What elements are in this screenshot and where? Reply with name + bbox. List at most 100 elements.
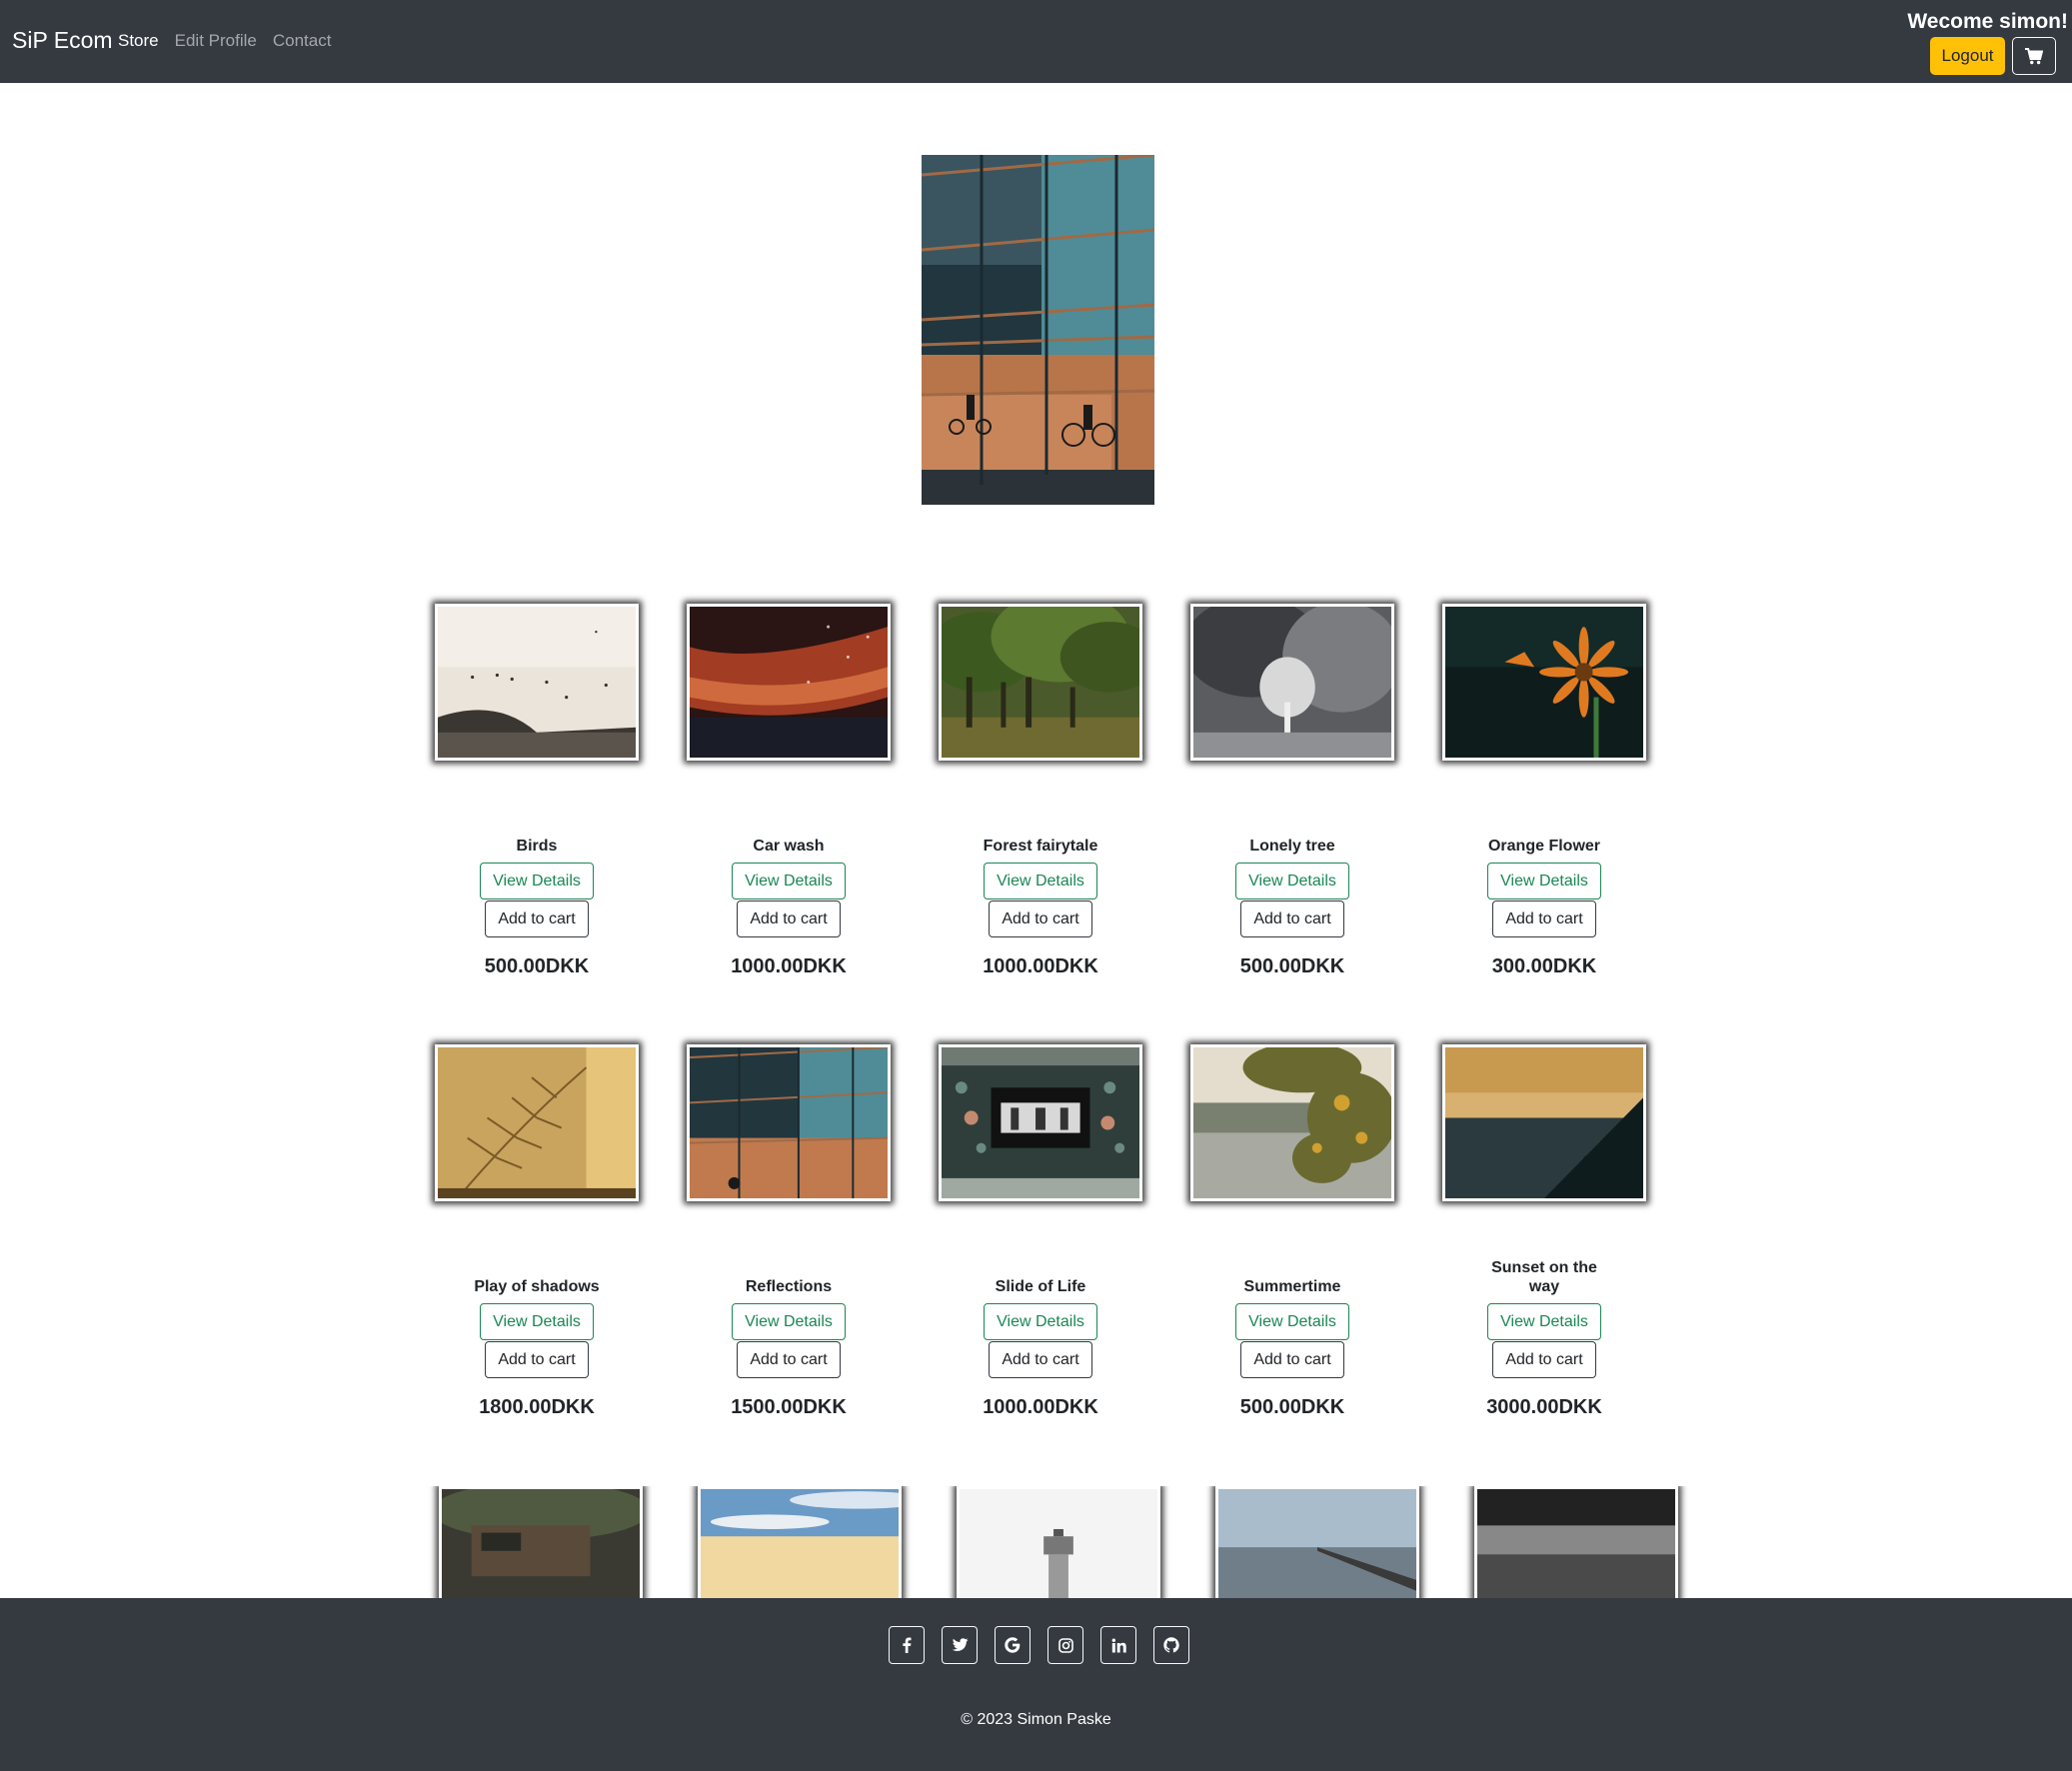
product-card: Car wash View Details Add to cart 1000.0…: [663, 604, 915, 1044]
add-to-cart-button[interactable]: Add to cart: [1492, 900, 1596, 937]
product-price: 1000.00DKK: [983, 955, 1098, 977]
product-card: Forest fairytale View Details Add to car…: [915, 604, 1166, 1044]
view-details-button[interactable]: View Details: [984, 863, 1097, 899]
github-icon: [1163, 1637, 1179, 1653]
product-name: Lonely tree: [1249, 838, 1335, 855]
add-to-cart-button[interactable]: Add to cart: [485, 900, 589, 937]
product-image[interactable]: [435, 604, 639, 761]
product-card: [411, 1486, 670, 1601]
facebook-button[interactable]: [889, 1626, 925, 1664]
add-to-cart-button[interactable]: Add to cart: [485, 1341, 589, 1378]
product-card: Summertime View Details Add to cart 500.…: [1166, 1044, 1418, 1485]
product-image[interactable]: [697, 1486, 902, 1601]
product-image[interactable]: [939, 604, 1142, 761]
facebook-icon: [903, 1637, 912, 1653]
footer: © 2023 Simon Paske: [0, 1598, 2072, 1771]
product-name: Summertime: [1243, 1278, 1341, 1295]
product-price: 1000.00DKK: [731, 955, 847, 977]
product-card: Sunset on the way View Details Add to ca…: [1418, 1044, 1670, 1485]
view-details-button[interactable]: View Details: [984, 1303, 1097, 1340]
shopping-cart-icon: [2025, 47, 2043, 64]
nav-link-edit-profile[interactable]: Edit Profile: [175, 31, 257, 51]
product-row: Play of shadows View Details Add to cart…: [411, 1044, 1670, 1485]
view-details-button[interactable]: View Details: [1235, 1303, 1349, 1340]
product-card: Lonely tree View Details Add to cart 500…: [1166, 604, 1418, 1044]
product-card: [929, 1486, 1187, 1601]
product-name: Play of shadows: [474, 1278, 600, 1295]
product-name: Sunset on the way: [1491, 1259, 1597, 1295]
product-price: 1500.00DKK: [731, 1396, 847, 1418]
product-image[interactable]: [1214, 1486, 1419, 1601]
cart-button[interactable]: [2012, 37, 2056, 75]
add-to-cart-button[interactable]: Add to cart: [737, 900, 841, 937]
nav-link-contact[interactable]: Contact: [273, 31, 332, 51]
twitter-button[interactable]: [942, 1626, 978, 1664]
add-to-cart-button[interactable]: Add to cart: [737, 1341, 841, 1378]
product-grid: Birds View Details Add to cart 500.00DKK…: [411, 604, 1670, 1485]
add-to-cart-button[interactable]: Add to cart: [1492, 1341, 1596, 1378]
product-image[interactable]: [438, 1486, 643, 1601]
product-image[interactable]: [939, 1044, 1142, 1201]
copyright-text: © 2023 Simon Paske: [961, 1711, 1111, 1728]
view-details-button[interactable]: View Details: [1235, 863, 1349, 899]
view-details-button[interactable]: View Details: [1487, 1303, 1601, 1340]
twitter-icon: [952, 1638, 968, 1651]
product-image[interactable]: [956, 1486, 1160, 1601]
nav-links: Store Edit Profile Contact: [118, 31, 331, 51]
add-to-cart-button[interactable]: Add to cart: [1240, 1341, 1344, 1378]
product-row: Birds View Details Add to cart 500.00DKK…: [411, 604, 1670, 1044]
add-to-cart-button[interactable]: Add to cart: [989, 1341, 1092, 1378]
product-name: Forest fairytale: [983, 838, 1098, 855]
github-button[interactable]: [1153, 1626, 1189, 1664]
view-details-button[interactable]: View Details: [732, 1303, 846, 1340]
product-card: Orange Flower View Details Add to cart 3…: [1418, 604, 1670, 1044]
welcome-message: Wecome simon!: [1907, 10, 2068, 33]
product-card: [1446, 1486, 1705, 1601]
add-to-cart-button[interactable]: Add to cart: [1240, 900, 1344, 937]
linkedin-button[interactable]: [1100, 1626, 1136, 1664]
product-card: Reflections View Details Add to cart 150…: [663, 1044, 915, 1485]
product-card: Slide of Life View Details Add to cart 1…: [915, 1044, 1166, 1485]
google-icon: [1005, 1637, 1021, 1653]
product-price: 1800.00DKK: [479, 1396, 595, 1418]
product-image[interactable]: [687, 604, 891, 761]
logout-button[interactable]: Logout: [1930, 37, 2005, 75]
product-name: Birds: [516, 838, 558, 855]
navbar: SiP Ecom Store Edit Profile Contact Weco…: [0, 0, 2072, 83]
product-image[interactable]: [435, 1044, 639, 1201]
brand-logo[interactable]: SiP Ecom: [12, 27, 113, 54]
linkedin-icon: [1111, 1638, 1126, 1652]
view-details-button[interactable]: View Details: [480, 863, 594, 899]
product-price: 500.00DKK: [1239, 1396, 1345, 1418]
product-name: Reflections: [745, 1278, 833, 1295]
product-price: 3000.00DKK: [1486, 1396, 1602, 1418]
product-name: Slide of Life: [995, 1278, 1086, 1295]
product-image[interactable]: [1442, 1044, 1646, 1201]
view-details-button[interactable]: View Details: [480, 1303, 594, 1340]
product-image[interactable]: [1473, 1486, 1678, 1601]
product-card: Play of shadows View Details Add to cart…: [411, 1044, 663, 1485]
product-image[interactable]: [1190, 604, 1394, 761]
product-card: [670, 1486, 929, 1601]
nav-link-store[interactable]: Store: [118, 31, 159, 51]
product-card: Birds View Details Add to cart 500.00DKK: [411, 604, 663, 1044]
hero-image: [922, 155, 1154, 505]
product-name: Car wash: [753, 838, 825, 855]
product-price: 300.00DKK: [1491, 955, 1597, 977]
product-row-partial: [411, 1486, 1705, 1601]
product-image[interactable]: [1190, 1044, 1394, 1201]
product-image[interactable]: [1442, 604, 1646, 761]
product-name: Orange Flower: [1487, 838, 1601, 855]
instagram-button[interactable]: [1047, 1626, 1083, 1664]
social-links: [889, 1626, 1189, 1664]
google-button[interactable]: [995, 1626, 1031, 1664]
product-price: 500.00DKK: [484, 955, 590, 977]
product-price: 500.00DKK: [1239, 955, 1345, 977]
add-to-cart-button[interactable]: Add to cart: [989, 900, 1092, 937]
view-details-button[interactable]: View Details: [732, 863, 846, 899]
product-price: 1000.00DKK: [983, 1396, 1098, 1418]
product-image[interactable]: [687, 1044, 891, 1201]
product-card: [1187, 1486, 1446, 1601]
instagram-icon: [1057, 1637, 1073, 1653]
view-details-button[interactable]: View Details: [1487, 863, 1601, 899]
